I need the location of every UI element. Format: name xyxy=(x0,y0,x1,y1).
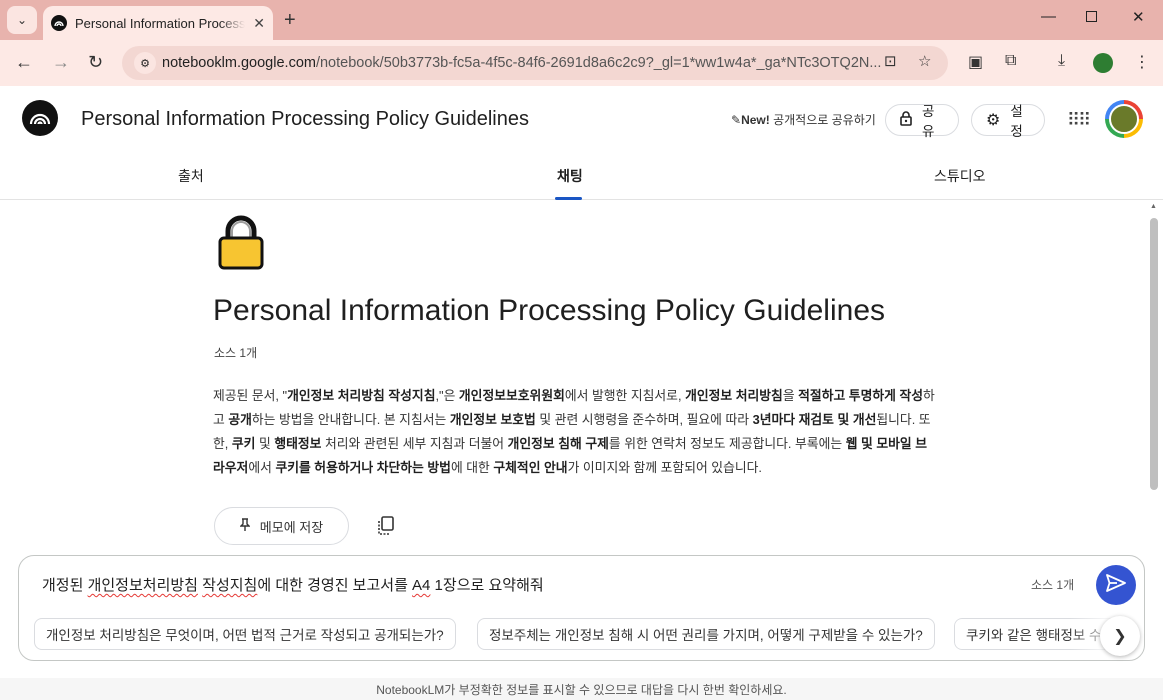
pencil-icon: ✎ xyxy=(731,113,742,127)
gear-icon: ⚙ xyxy=(986,112,1001,129)
save-note-label: 메모에 저장 xyxy=(259,519,324,535)
copy-icon[interactable] xyxy=(376,516,394,536)
misspelled-word: 작성지침 xyxy=(202,577,258,594)
summary-bold-text: 개인정보 처리방침 xyxy=(685,388,783,403)
minimize-icon[interactable]: — xyxy=(1041,8,1056,25)
share-label: 공유 xyxy=(922,104,935,139)
close-icon[interactable]: ✕ xyxy=(253,15,265,32)
summary-text: 를 위한 연락처 정보도 제공합니다. 부록에는 xyxy=(608,436,846,451)
app-header: Personal Information Processing Policy G… xyxy=(0,86,1163,152)
summary-bold-text: 개인정보보호위원회 xyxy=(458,388,565,403)
url-host: notebooklm.google.com xyxy=(162,55,316,71)
forward-arrow-icon[interactable]: → xyxy=(52,52,70,73)
window-close-icon[interactable]: ✕ xyxy=(1132,8,1145,26)
browser-tab-strip: ⌄ Personal Information Processing Policy… xyxy=(0,0,1163,40)
save-to-note-button[interactable]: 메모에 저장 xyxy=(214,507,349,545)
chat-input-text: 에 대한 경영진 보고서를 xyxy=(257,577,413,594)
summary-text: 가 이미지와 함께 포함되어 있습니다. xyxy=(567,460,762,475)
chat-input-panel: 개정된 개인정보처리방침 작성지침에 대한 경영진 보고서를 A4 1장으로 요… xyxy=(18,555,1145,661)
send-button[interactable] xyxy=(1096,565,1136,605)
public-share-label: 공개적으로 공유하기 xyxy=(773,113,876,127)
misspelled-word: 개인정보처리방침 xyxy=(87,577,198,594)
extension-puzzle-icon[interactable]: ▣ xyxy=(968,52,983,72)
summary-text: 에서 xyxy=(248,460,276,475)
active-tab-indicator xyxy=(555,197,582,200)
notebooklm-favicon-icon xyxy=(51,15,67,31)
summary-bold-text: 공개 xyxy=(228,412,252,427)
browser-tab[interactable]: Personal Information Processing Policy G… xyxy=(43,6,273,40)
page-title[interactable]: Personal Information Processing Policy G… xyxy=(81,108,529,131)
back-arrow-icon[interactable]: ← xyxy=(15,52,33,73)
address-bar[interactable]: ⚙ notebooklm.google.com/notebook/50b3773… xyxy=(122,46,948,80)
new-tab-plus-icon[interactable]: + xyxy=(284,9,296,32)
disclaimer-text: NotebookLM가 부정확한 정보를 표시할 수 있으므로 대답을 다시 한… xyxy=(0,678,1163,700)
settings-button[interactable]: ⚙ 설정 xyxy=(971,104,1045,139)
more-vert-icon[interactable]: ⋮ xyxy=(1134,52,1150,72)
chat-input[interactable]: 개정된 개인정보처리방침 작성지침에 대한 경영진 보고서를 A4 1장으로 요… xyxy=(42,574,544,595)
summary-text: 제공된 문서, " xyxy=(213,388,288,403)
summary-bold-text: 쿠키 xyxy=(231,436,256,451)
summary-text: 을 xyxy=(782,388,799,403)
chevron-down-icon: ⌄ xyxy=(16,13,28,27)
misspelled-word: A4 xyxy=(412,577,431,594)
notebook-summary: 제공된 문서, "개인정보 처리방침 작성지침,"은 개인정보보호위원회에서 발… xyxy=(213,384,935,480)
url-path: /notebook/50b3773b-fc5a-4f5c-84f6-2691d8… xyxy=(315,55,882,71)
download-icon[interactable]: ⤓ xyxy=(1058,52,1065,70)
extensions-icon[interactable]: ⧉ xyxy=(1005,52,1016,70)
summary-bold-text: 개인정보 보호법 xyxy=(449,412,536,427)
install-app-icon[interactable]: ⊡ xyxy=(884,52,897,70)
tab-studio[interactable]: 스튜디오 xyxy=(934,166,986,186)
profile-avatar[interactable] xyxy=(1093,53,1113,73)
source-count: 소스 1개 xyxy=(214,346,258,360)
site-info-icon[interactable]: ⚙ xyxy=(134,52,156,74)
tab-search-button[interactable]: ⌄ xyxy=(7,6,37,34)
summary-bold-text: 3년마다 재검토 및 개선 xyxy=(752,412,877,427)
summary-bold-text: 행태정보 xyxy=(274,436,322,451)
summary-text: 처리와 관련된 세부 지침과 더불어 xyxy=(321,436,508,451)
pin-icon xyxy=(239,517,251,535)
maximize-icon[interactable] xyxy=(1086,11,1097,22)
summary-bold-text: 구체적인 안내 xyxy=(493,460,568,475)
apps-grid-icon[interactable]: ⠿⠿ xyxy=(1067,110,1091,131)
public-share-link[interactable]: ✎New! 공개적으로 공유하기 xyxy=(731,111,876,128)
new-badge: New! xyxy=(741,113,770,127)
tab-title: Personal Information Processing Policy G… xyxy=(75,15,245,31)
url-text[interactable]: notebooklm.google.com/notebook/50b3773b-… xyxy=(162,55,881,71)
scrollbar-thumb[interactable] xyxy=(1150,218,1158,490)
share-button[interactable]: 공유 xyxy=(885,104,959,139)
browser-toolbar: ← → ↻ ⚙ notebooklm.google.com/notebook/5… xyxy=(0,40,1163,86)
summary-bold-text: 개인정보 처리방침 작성지침 xyxy=(287,388,436,403)
summary-bold-text: 적절하고 투명하게 작성 xyxy=(798,388,923,403)
summary-text: 에 대한 xyxy=(450,460,494,475)
suggestion-chip[interactable]: 쿠키와 같은 행태정보 수 xyxy=(954,618,1119,650)
notebook-title: Personal Information Processing Policy G… xyxy=(213,294,885,327)
account-avatar[interactable] xyxy=(1105,100,1143,138)
chat-input-text: 개정된 xyxy=(42,577,88,594)
tab-chat[interactable]: 채팅 xyxy=(557,166,583,186)
summary-text: 에서 발행한 지침서로, xyxy=(564,388,686,403)
settings-label: 설정 xyxy=(1010,104,1023,139)
lock-emoji-icon xyxy=(217,214,265,270)
suggestion-chip[interactable]: 개인정보 처리방침은 무엇이며, 어떤 법적 근거로 작성되고 공개되는가? xyxy=(34,618,456,650)
suggestion-chip[interactable]: 정보주체는 개인정보 침해 시 어떤 권리를 가지며, 어떻게 구제받을 수 있… xyxy=(477,618,935,650)
lock-icon xyxy=(900,111,912,129)
bookmark-star-icon[interactable]: ☆ xyxy=(918,52,931,70)
scroll-up-arrow-icon[interactable]: ▲ xyxy=(1150,203,1157,210)
summary-text: 및 관련 시행령을 준수하며, 필요에 따라 xyxy=(535,412,753,427)
chat-input-text: 1장으로 요약해줘 xyxy=(430,577,544,594)
summary-text: ,"은 xyxy=(435,388,459,403)
tab-sources[interactable]: 출처 xyxy=(178,166,204,186)
notebook-tabs: 출처 채팅 스튜디오 xyxy=(0,152,1163,200)
summary-text: 및 xyxy=(255,436,275,451)
summary-bold-text: 쿠키를 허용하거나 차단하는 방법 xyxy=(275,460,451,475)
reload-icon[interactable]: ↻ xyxy=(88,52,103,73)
summary-text: 하는 방법을 안내합니다. 본 지침서는 xyxy=(251,412,450,427)
notebooklm-logo-icon[interactable] xyxy=(22,100,58,136)
chevron-right-icon[interactable]: ❯ xyxy=(1100,616,1140,656)
summary-bold-text: 개인정보 침해 구제 xyxy=(507,436,609,451)
notebooklm-page: ⌄ Personal Information Processing Policy… xyxy=(0,0,1163,700)
chat-source-count: 소스 1개 xyxy=(1031,578,1075,592)
send-arrow-icon xyxy=(1106,573,1126,597)
